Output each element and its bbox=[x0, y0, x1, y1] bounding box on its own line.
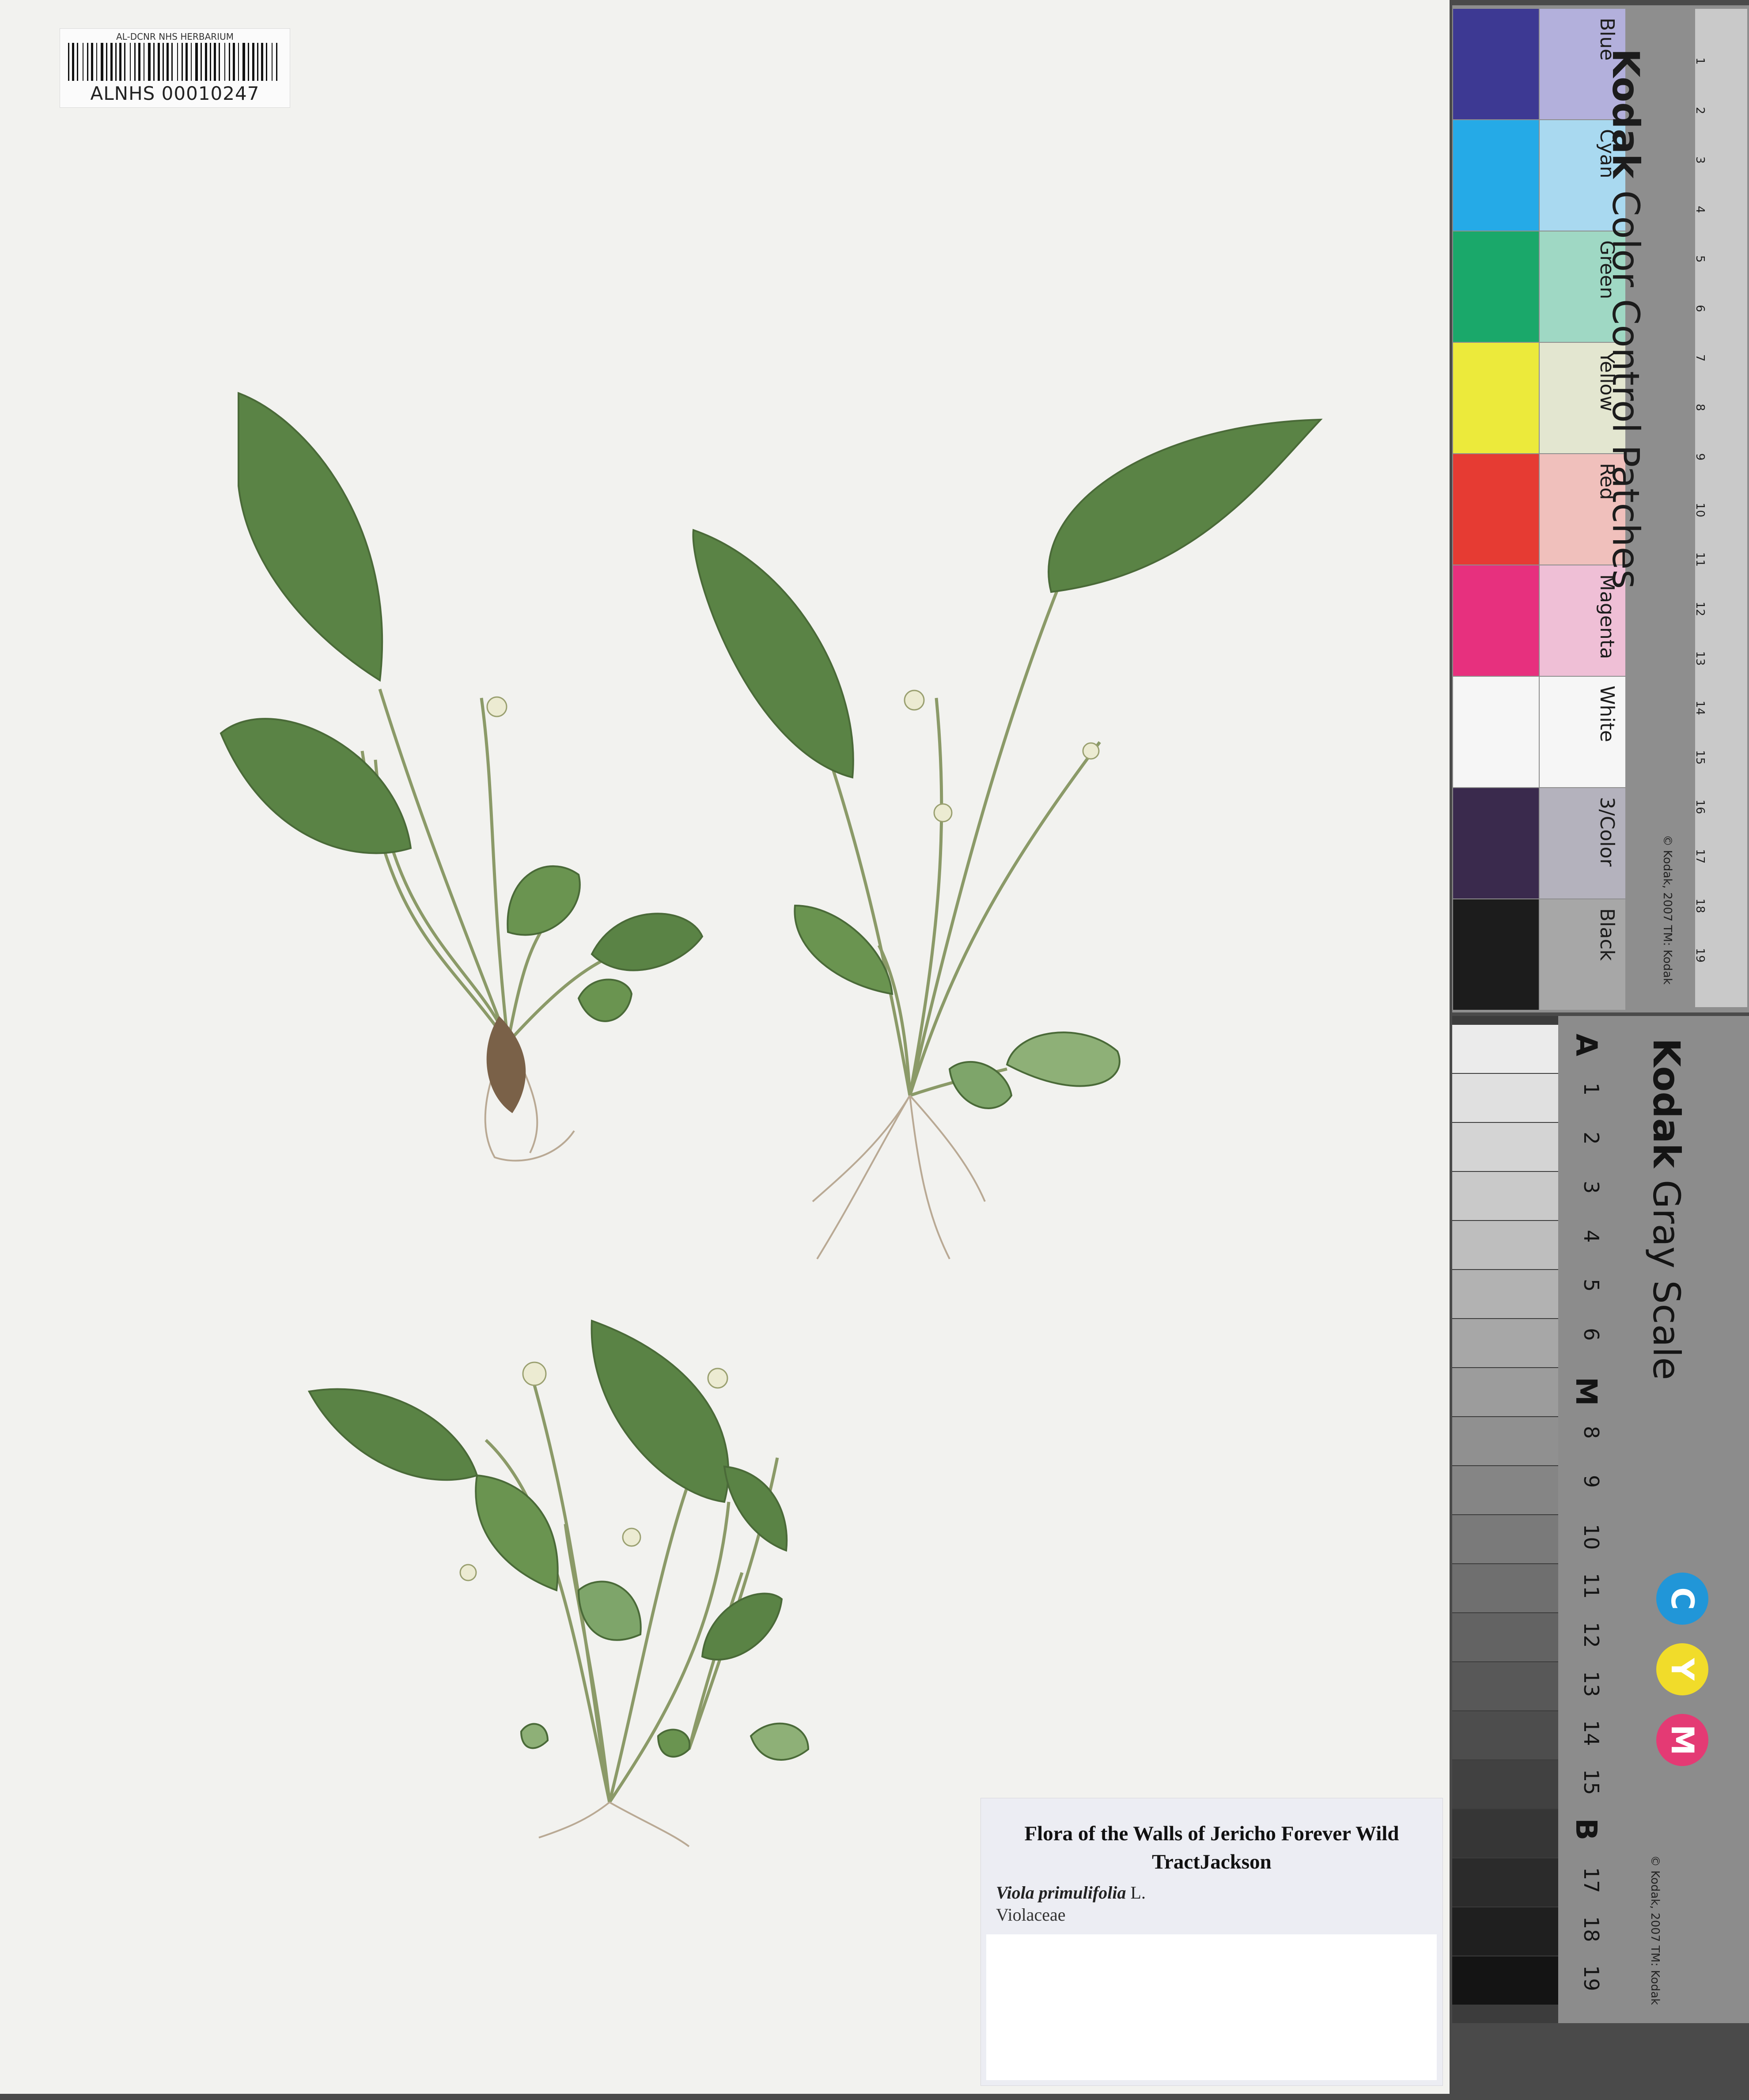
scientific-name: Viola primulifolia bbox=[996, 1883, 1126, 1903]
gray-step-label: B bbox=[1569, 1818, 1603, 1841]
pressed-plant-specimens bbox=[220, 392, 1323, 1847]
gray-step-label: 14 bbox=[1579, 1720, 1603, 1746]
color-patch-label: 3/Color bbox=[1596, 797, 1618, 867]
gray-step-label: 18 bbox=[1579, 1916, 1603, 1942]
cym-dot-letter: M bbox=[1664, 1725, 1700, 1755]
gray-step bbox=[1452, 1368, 1558, 1416]
gray-step bbox=[1452, 1515, 1558, 1563]
cym-dot-letter: Y bbox=[1664, 1658, 1700, 1681]
ruler-number: 16 bbox=[1693, 800, 1707, 815]
color-patch-dark bbox=[1453, 454, 1539, 565]
species-author: L. bbox=[1130, 1883, 1146, 1903]
ruler-number: 9 bbox=[1693, 453, 1707, 461]
ruler-number: 4 bbox=[1693, 206, 1707, 213]
gray-step bbox=[1452, 1074, 1558, 1122]
gray-step-label: 11 bbox=[1579, 1573, 1603, 1599]
ruler-number: 7 bbox=[1693, 354, 1707, 362]
gray-step bbox=[1452, 1025, 1558, 1073]
cym-dot: M bbox=[1656, 1714, 1708, 1766]
specimen-label: Flora of the Walls of Jericho Forever Wi… bbox=[980, 1798, 1443, 2086]
ruler-number: 11 bbox=[1693, 552, 1707, 567]
gray-step-label: M bbox=[1569, 1377, 1603, 1406]
ruler-number: 12 bbox=[1693, 602, 1707, 617]
gray-card-title: Kodak Gray Scale bbox=[1645, 1038, 1688, 1380]
gray-step-label: 10 bbox=[1579, 1524, 1603, 1550]
gray-step bbox=[1452, 1172, 1558, 1220]
ruler-number: 13 bbox=[1693, 651, 1707, 666]
gray-step bbox=[1452, 1956, 1558, 2005]
color-patch-dark bbox=[1453, 565, 1539, 676]
gray-step-label: 13 bbox=[1579, 1671, 1603, 1697]
gray-step bbox=[1452, 1221, 1558, 1269]
gray-step bbox=[1452, 1417, 1558, 1465]
barcode-label: AL-DCNR NHS HERBARIUM ALNHS 00010247 bbox=[60, 28, 290, 108]
gray-step bbox=[1452, 1760, 1558, 1808]
gray-step bbox=[1452, 1123, 1558, 1171]
ruler-number: 5 bbox=[1693, 255, 1707, 263]
color-patch-label: Black bbox=[1596, 908, 1618, 961]
gray-step-label: 1 bbox=[1579, 1083, 1603, 1096]
cym-dot-letter: C bbox=[1664, 1587, 1700, 1610]
gray-step bbox=[1452, 1613, 1558, 1661]
ruler-number: 10 bbox=[1693, 503, 1707, 518]
color-patch-dark bbox=[1453, 899, 1539, 1010]
color-patch-dark bbox=[1453, 120, 1539, 231]
gray-step bbox=[1452, 1662, 1558, 1710]
gray-step bbox=[1452, 1858, 1558, 1907]
cym-dot: C bbox=[1656, 1573, 1708, 1625]
ruler-number: 15 bbox=[1693, 750, 1707, 765]
gray-step-label: 3 bbox=[1579, 1181, 1603, 1194]
ruler-number: 17 bbox=[1693, 849, 1707, 864]
gray-step-label: 12 bbox=[1579, 1622, 1603, 1648]
gray-step bbox=[1452, 1270, 1558, 1318]
gray-step bbox=[1452, 1711, 1558, 1759]
gray-card-subtitle: Gray Scale bbox=[1645, 1179, 1688, 1380]
ruler-number: 3 bbox=[1693, 156, 1707, 164]
color-patch-dark bbox=[1453, 677, 1539, 787]
ruler-number: 8 bbox=[1693, 404, 1707, 411]
gray-step-label: 4 bbox=[1579, 1230, 1603, 1243]
gray-step bbox=[1452, 1466, 1558, 1514]
ruler-number: 14 bbox=[1693, 701, 1707, 716]
color-card-copyright: © Kodak, 2007 TM: Kodak bbox=[1661, 835, 1674, 985]
color-card-brand: Kodak bbox=[1604, 49, 1647, 178]
label-blank-area bbox=[986, 1934, 1437, 2080]
ruler-number: 2 bbox=[1693, 107, 1707, 114]
barcode-icon bbox=[68, 43, 277, 81]
gray-step-label: 19 bbox=[1579, 1965, 1603, 1991]
collection-title: Flora of the Walls of Jericho Forever Wi… bbox=[1024, 1822, 1399, 1873]
color-card-subtitle: Color Control Patches bbox=[1604, 190, 1647, 589]
gray-step-label: 5 bbox=[1579, 1279, 1603, 1292]
gray-step-label: A bbox=[1569, 1034, 1603, 1057]
color-patch-dark bbox=[1453, 231, 1539, 342]
gray-step-label: 15 bbox=[1579, 1769, 1603, 1795]
herbarium-name: AL-DCNR NHS HERBARIUM bbox=[116, 31, 234, 42]
ruler-number: 6 bbox=[1693, 305, 1707, 312]
color-patch-dark bbox=[1453, 343, 1539, 453]
gray-step bbox=[1452, 1564, 1558, 1612]
gray-step-label: 17 bbox=[1579, 1867, 1603, 1893]
gray-step-label: 6 bbox=[1579, 1328, 1603, 1341]
gray-card-copyright: © Kodak, 2007 TM: Kodak bbox=[1648, 1855, 1662, 2005]
gray-step bbox=[1452, 1907, 1558, 1956]
color-patch-dark bbox=[1453, 788, 1539, 898]
ruler-number: 19 bbox=[1693, 948, 1707, 963]
family-name: Violaceae bbox=[996, 1905, 1066, 1925]
color-card-title: Kodak Color Control Patches bbox=[1604, 49, 1647, 589]
ruler-number: 1 bbox=[1693, 57, 1707, 65]
species-name: Viola primulifolia L. bbox=[996, 1882, 1146, 1903]
gray-card-brand: Kodak bbox=[1645, 1038, 1688, 1168]
catalog-number: ALNHS 00010247 bbox=[90, 83, 260, 104]
gray-step-label: 8 bbox=[1579, 1426, 1603, 1439]
color-patch-label: White bbox=[1596, 686, 1618, 742]
gray-step bbox=[1452, 1809, 1558, 1857]
ruler-number: 18 bbox=[1693, 898, 1707, 914]
gray-step-label: 2 bbox=[1579, 1132, 1603, 1145]
gray-step-label: 9 bbox=[1579, 1475, 1603, 1488]
cym-dot: Y bbox=[1656, 1643, 1708, 1695]
color-patch-dark bbox=[1453, 9, 1539, 119]
gray-step bbox=[1452, 1319, 1558, 1367]
